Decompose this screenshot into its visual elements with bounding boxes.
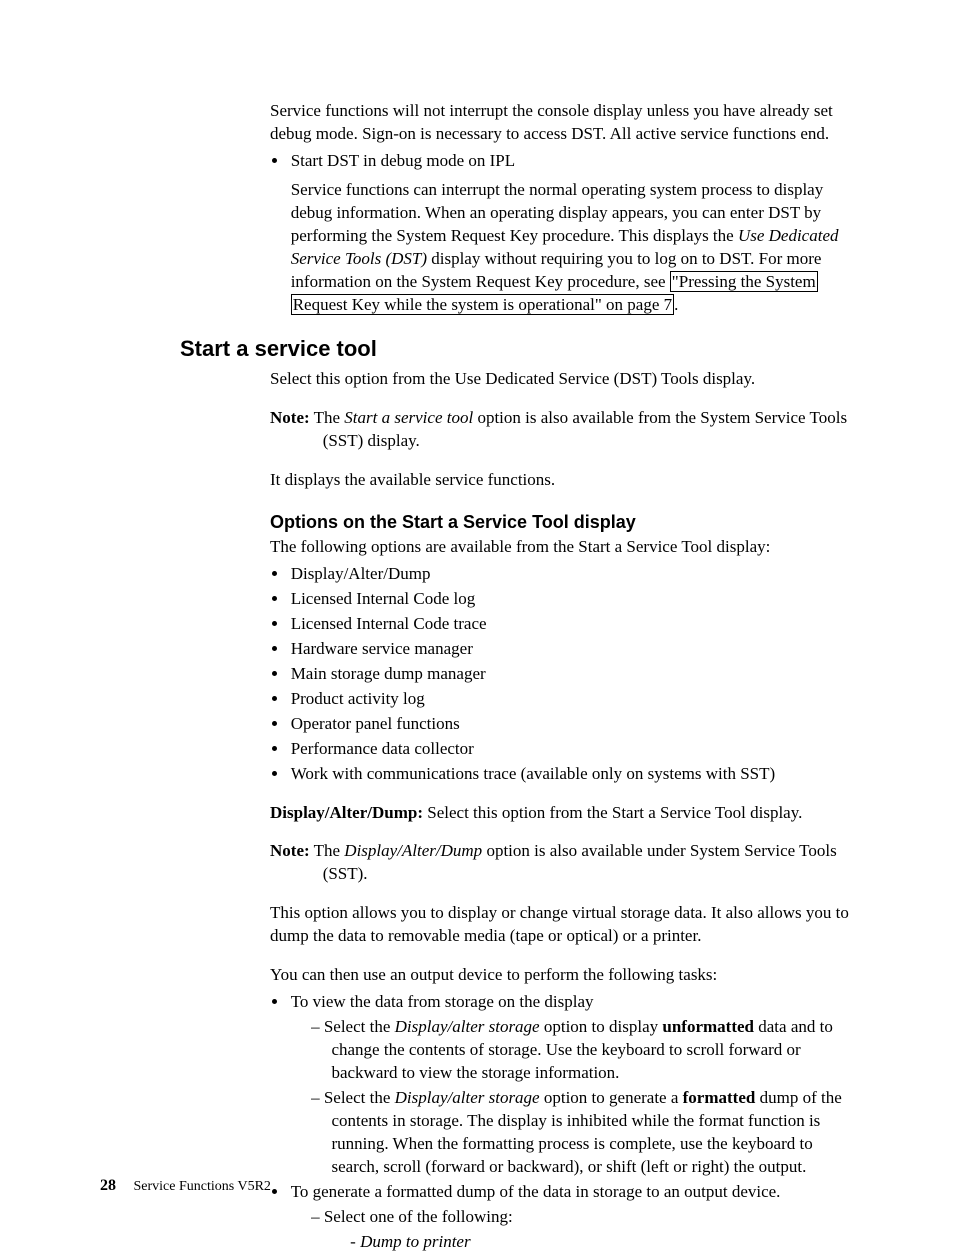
top-bullet-list: Start DST in debug mode on IPL Service f… bbox=[270, 150, 854, 317]
list-item: Dump to printer bbox=[350, 1231, 854, 1253]
page-number: 28 bbox=[100, 1177, 116, 1194]
list-item: Display/Alter/Dump bbox=[289, 563, 854, 586]
sst-intro: Select this option from the Use Dedicate… bbox=[270, 368, 854, 391]
dash-list: Select the Display/alter storage option … bbox=[291, 1016, 854, 1179]
bullet-paragraph: Service functions can interrupt the norm… bbox=[291, 179, 854, 317]
list-item: Select the Display/alter storage option … bbox=[311, 1087, 854, 1179]
options-list: Display/Alter/Dump Licensed Internal Cod… bbox=[270, 563, 854, 785]
bullet-title: Start DST in debug mode on IPL bbox=[291, 151, 515, 170]
list-item: Select the Display/alter storage option … bbox=[311, 1016, 854, 1085]
dad-tasks-intro: You can then use an output device to per… bbox=[270, 964, 854, 987]
run-in-heading: Display/Alter/Dump: bbox=[270, 803, 423, 822]
page-footer: 28 Service Functions V5R2 bbox=[100, 1175, 271, 1197]
cross-reference-link[interactable]: Request Key while the system is operatio… bbox=[291, 294, 674, 315]
note-block: Note: The Display/Alter/Dump option is a… bbox=[270, 840, 854, 886]
list-item: Start DST in debug mode on IPL Service f… bbox=[289, 150, 854, 317]
list-item: Licensed Internal Code log bbox=[289, 588, 854, 611]
hyphen-list: Dump to printer bbox=[331, 1231, 854, 1253]
heading-options: Options on the Start a Service Tool disp… bbox=[270, 510, 854, 534]
sst-displays: It displays the available service functi… bbox=[270, 469, 854, 492]
dad-intro: Display/Alter/Dump: Select this option f… bbox=[270, 802, 854, 825]
italic-text: Start a service tool bbox=[344, 408, 473, 427]
list-item: To generate a formatted dump of the data… bbox=[289, 1181, 854, 1253]
list-item: Operator panel functions bbox=[289, 713, 854, 736]
options-intro: The following options are available from… bbox=[270, 536, 854, 559]
list-item: Hardware service manager bbox=[289, 638, 854, 661]
page: Service functions will not interrupt the… bbox=[0, 0, 954, 1235]
list-item: Select one of the following: Dump to pri… bbox=[311, 1206, 854, 1253]
bold-text: unformatted bbox=[662, 1017, 754, 1036]
dad-desc: This option allows you to display or cha… bbox=[270, 902, 854, 948]
dash-list: Select one of the following: Dump to pri… bbox=[291, 1206, 854, 1253]
note-block: Note: The Start a service tool option is… bbox=[270, 407, 854, 453]
list-item: To view the data from storage on the dis… bbox=[289, 991, 854, 1179]
intro-paragraph: Service functions will not interrupt the… bbox=[270, 100, 854, 146]
page-content: Service functions will not interrupt the… bbox=[270, 100, 854, 1253]
list-item: Work with communications trace (availabl… bbox=[289, 763, 854, 786]
cross-reference-link[interactable]: "Pressing the System bbox=[670, 271, 818, 292]
note-label: Note: bbox=[270, 841, 310, 860]
list-item: Product activity log bbox=[289, 688, 854, 711]
list-item: Licensed Internal Code trace bbox=[289, 613, 854, 636]
list-item: Main storage dump manager bbox=[289, 663, 854, 686]
footer-title: Service Functions V5R2 bbox=[134, 1179, 271, 1194]
dad-task-list: To view the data from storage on the dis… bbox=[270, 991, 854, 1253]
bold-text: formatted bbox=[683, 1088, 756, 1107]
italic-text: Display/Alter/Dump bbox=[344, 841, 482, 860]
list-item: Performance data collector bbox=[289, 738, 854, 761]
italic-text: Display/alter storage bbox=[395, 1088, 540, 1107]
note-label: Note: bbox=[270, 408, 310, 427]
italic-text: Dump to printer bbox=[360, 1232, 471, 1251]
italic-text: Display/alter storage bbox=[395, 1017, 540, 1036]
heading-start-a-service-tool: Start a service tool bbox=[180, 334, 854, 364]
